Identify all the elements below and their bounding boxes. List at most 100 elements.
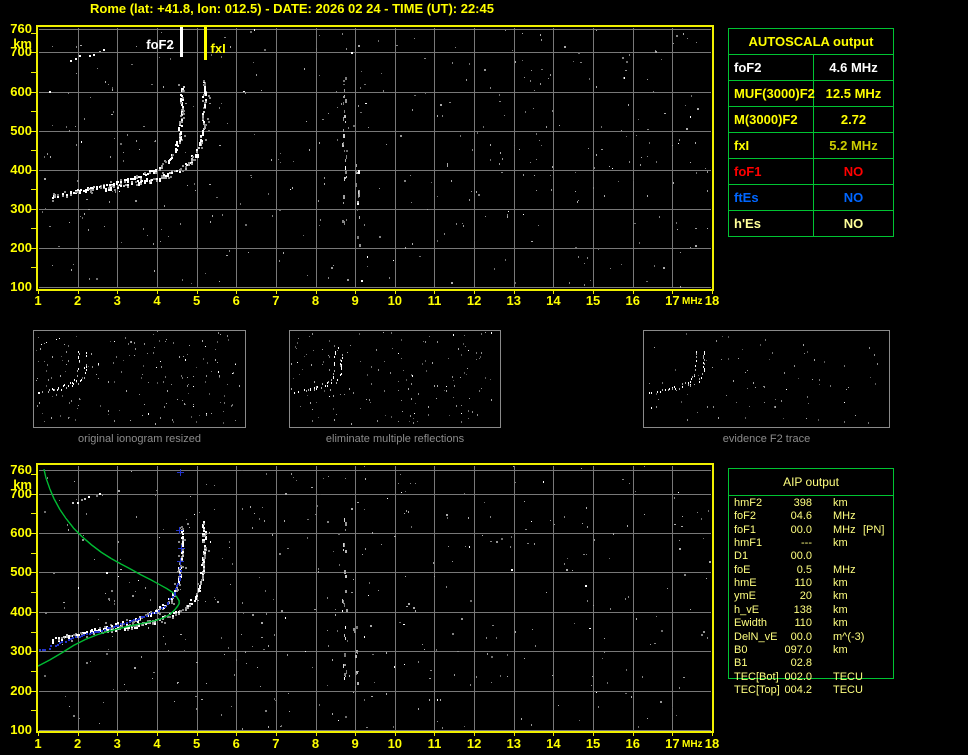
aip-value: 00.0 [790,631,812,643]
x-axis-unit-label: MHz [682,296,703,307]
aip-value: 398 [793,497,812,509]
aip-value: 138 [793,604,812,616]
x-tick-label: 3 [113,293,121,308]
aip-row: foF1 00.0 MHz [PN] [728,524,892,537]
x-tick-label: 9 [351,293,359,308]
aip-unit: km [833,644,848,656]
x-tick-label: 11 [427,293,442,308]
page-title: Rome (lat: +41.8, lon: 012.5) - DATE: 20… [90,1,494,16]
aip-note: [PN] [863,524,885,536]
aip-value: 110 [794,577,812,589]
aip-row: TEC[Top] 004.2 TECU [728,684,892,697]
y-tick-label: 760 [10,462,32,477]
autoscala-value-cell: NO [843,216,864,231]
aip-table-header-row: AIP output [729,469,893,496]
aip-unit: MHz [833,524,856,536]
x-tick-label: 1 [34,293,42,308]
x-tick-label: 9 [351,736,359,751]
aip-value: 00.0 [790,524,812,536]
thumbnail-evidence-canvas [644,331,887,425]
aip-unit: km [833,590,848,602]
aip-param: ymE [734,590,756,602]
x-tick-label: 4 [153,293,161,308]
autoscala-screen: Rome (lat: +41.8, lon: 012.5) - DATE: 20… [0,0,968,755]
x-tick-label: 11 [427,736,442,751]
x-tick-label: 13 [506,736,521,751]
autoscala-value-cell: 12.5 MHz [825,86,882,101]
autoscala-row: foF2 4.6 MHz [729,55,893,81]
aip-unit: MHz [833,510,856,522]
thumbnail-original-canvas [34,331,243,425]
aip-param: B0 [734,644,748,656]
y-tick-label: 600 [10,83,32,99]
x-tick-label: 7 [272,293,280,308]
y-tick-label: 600 [10,525,32,541]
aip-value: 20 [799,590,812,602]
y-tick-label: 200 [10,682,32,698]
thumbnail-eliminate-canvas [290,331,498,425]
autoscala-param-cell: ftEs [729,185,814,210]
x-axis-unit-label: MHz [682,739,703,750]
aip-param: foE [734,564,751,576]
aip-table-header: AIP output [783,475,839,489]
x-tick-label: 2 [74,736,82,751]
x-tick-label: 13 [506,293,521,308]
thumbnail-caption: eliminate multiple reflections [325,433,465,445]
aip-value: 04.6 [790,510,812,522]
x-tick-label: 14 [546,293,561,308]
aip-row: Ewidth 110 km [728,617,892,630]
aip-param: hmF1 [734,537,763,549]
aip-value: 0.5 [796,564,812,576]
aip-row: B0 097.0 km [728,644,892,657]
autoscala-row: h'Es NO [729,211,893,236]
autoscala-param-cell: h'Es [729,211,814,236]
aip-row: ymE 20 km [728,590,892,603]
autoscala-param-cell: fxI [729,133,814,158]
autoscala-param-cell: foF1 [729,159,814,184]
autoscala-table-header: AUTOSCALA output [729,29,893,55]
y-tick-label: 500 [10,122,32,138]
aip-row: foE 0.5 MHz [728,564,892,577]
aip-row: D1 00.0 [728,550,892,563]
bottom-ionogram-canvas [30,463,714,739]
thumbnail-evidence-f2 [643,330,890,428]
x-tick-label: 10 [387,293,403,308]
y-tick-label: 100 [10,279,32,294]
aip-param: foF1 [734,524,757,536]
fxi-marker-label: fxI [210,41,226,56]
autoscala-value-cell: 2.72 [840,112,867,127]
x-tick-label: 2 [74,293,82,308]
aip-param: hmF2 [734,497,763,509]
y-tick-label: 760 [10,21,32,36]
aip-unit: MHz [833,564,856,576]
aip-row: hmF1 --- km [728,537,892,550]
aip-value: 097.0 [784,644,812,656]
aip-param: h_vE [734,604,760,616]
aip-value: 002.0 [784,671,812,683]
y-tick-label: 300 [10,200,32,216]
x-tick-label: 5 [192,293,201,308]
autoscala-param-cell: foF2 [729,55,814,80]
x-tick-label: 3 [113,736,121,751]
y-axis-unit-label: km [13,477,32,492]
fof2-marker-label: foF2 [146,37,174,52]
aip-row: B1 02.8 [728,657,892,670]
aip-unit: km [833,617,848,629]
aip-table-rows: hmF2 398 km foF2 04.6 MHz foF1 00.0 MHz [PN] hmF1 -… [728,497,892,707]
autoscala-table-rows: foF2 4.6 MHz MUF(3000)F2 12.5 MHz M(3000)F2 2… [729,55,893,236]
x-tick-label: 16 [625,293,640,308]
x-tick-label: 10 [387,736,403,751]
thumbnail-original-ionogram [33,330,246,428]
aip-unit: km [833,497,848,509]
x-tick-label: 7 [272,736,280,751]
autoscala-param-cell: MUF(3000)F2 [729,81,815,106]
aip-unit: TECU [833,684,863,696]
autoscala-value-cell: 4.6 MHz [829,60,878,75]
aip-row: foF2 04.6 MHz [728,510,892,523]
aip-unit: km [833,604,848,616]
y-tick-label: 200 [10,239,32,255]
thumbnail-caption: original ionogram resized [78,433,201,445]
autoscala-value-cell: 5.2 MHz [829,138,878,153]
x-tick-label: 16 [625,736,640,751]
autoscala-row: ftEs NO [729,185,893,211]
